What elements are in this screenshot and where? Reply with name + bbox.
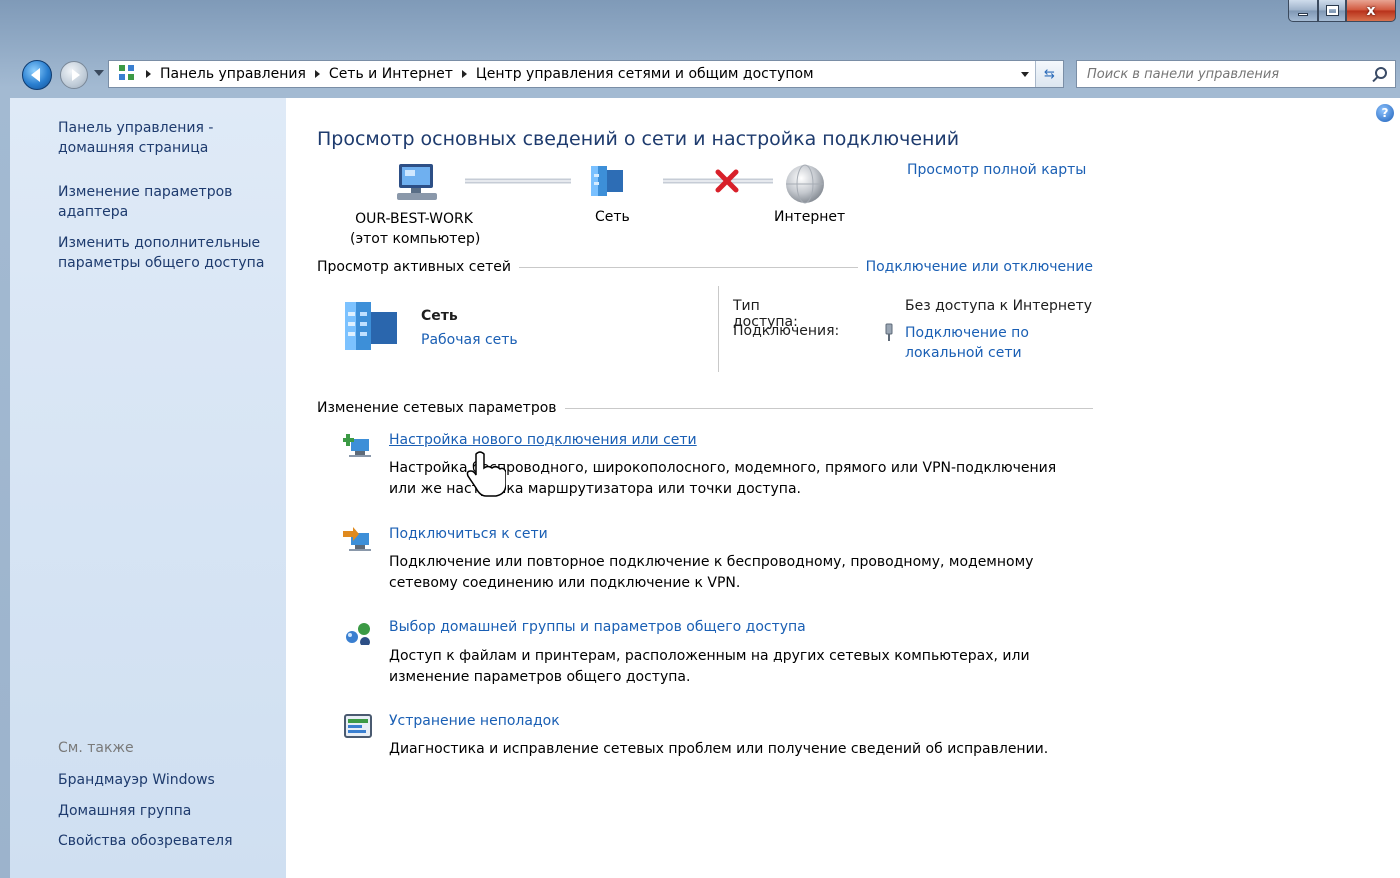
sidebar-link-homegroup[interactable]: Домашняя группа — [58, 801, 191, 821]
back-button[interactable] — [22, 60, 52, 90]
search-icon[interactable] — [1375, 67, 1387, 79]
minimize-icon — [1298, 13, 1308, 16]
address-bar[interactable]: Панель управления Сеть и Интернет Центр … — [108, 60, 1064, 88]
close-button[interactable]: x — [1346, 0, 1396, 22]
chevron-down-icon[interactable] — [1021, 72, 1029, 77]
troubleshoot-desc: Диагностика и исправление сетевых пробле… — [389, 739, 1048, 760]
connect-to-network-desc: Подключение или повторное подключение к … — [389, 552, 1033, 594]
desc-line: изменение параметров общего доступа. — [389, 669, 691, 685]
view-full-map-link[interactable]: Просмотр полной карты — [907, 162, 1086, 178]
ethernet-plug-icon — [885, 323, 893, 341]
connect-to-network-link[interactable]: Подключиться к сети — [389, 526, 548, 542]
setup-new-connection-link[interactable]: Настройка нового подключения или сети — [389, 432, 697, 448]
window-controls: x — [1288, 0, 1396, 22]
internet-globe-icon — [786, 164, 824, 204]
breadcrumb-separator[interactable] — [461, 70, 467, 78]
desc-line: Доступ к файлам и принтерам, расположенн… — [389, 648, 1030, 664]
maximize-icon — [1325, 5, 1339, 16]
computer-subtitle: (этот компьютер) — [350, 231, 481, 247]
local-connection-line2: локальной сети — [905, 345, 1022, 361]
title-bar[interactable]: x — [0, 0, 1400, 40]
active-networks-heading: Просмотр активных сетей — [317, 259, 511, 275]
sidebar-link-browser-properties[interactable]: Свойства обозревателя — [58, 831, 233, 851]
network-map — [397, 164, 773, 200]
desc-line: сетевому соединению или подключение к VP… — [389, 575, 741, 591]
sidebar-link-firewall[interactable]: Брандмауэр Windows — [58, 770, 215, 790]
computer-icon — [397, 164, 437, 200]
navigation-bar: Панель управления Сеть и Интернет Центр … — [0, 56, 1400, 92]
homegroup-sharing-link[interactable]: Выбор домашней группы и параметров общег… — [389, 619, 806, 635]
minimize-button[interactable] — [1288, 0, 1318, 22]
section-divider — [518, 266, 858, 268]
network-type-link[interactable]: Рабочая сеть — [421, 332, 518, 348]
see-also-heading: См. также — [58, 740, 134, 756]
network-label: Сеть — [595, 209, 630, 225]
homegroup-icon — [346, 623, 370, 645]
refresh-icon: ⇆ — [1044, 66, 1055, 82]
access-type-value: Без доступа к Интернету — [905, 298, 1093, 314]
connect-disconnect-link[interactable]: Подключение или отключение — [866, 259, 1093, 275]
connect-network-icon — [343, 527, 371, 551]
troubleshoot-icon — [344, 714, 372, 738]
breadcrumb-separator[interactable] — [314, 70, 320, 78]
troubleshoot-link[interactable]: Устранение неполадок — [389, 713, 560, 729]
desc-line: Диагностика и исправление сетевых пробле… — [389, 741, 1049, 757]
sidebar-link-adapter-settings[interactable]: Изменение параметров адаптера — [58, 182, 248, 222]
local-connection-line1: Подключение по — [905, 325, 1029, 341]
window: x Панель управления Сеть и Интернет Цент… — [0, 0, 1400, 878]
section-divider — [564, 407, 1093, 409]
recent-pages-dropdown[interactable] — [94, 70, 104, 76]
close-icon: x — [1366, 2, 1376, 19]
internet-label: Интернет — [774, 209, 846, 225]
search-box[interactable] — [1076, 60, 1396, 88]
network-building-icon — [345, 302, 397, 350]
breadcrumb-control-panel[interactable]: Панель управления — [160, 66, 306, 82]
new-connection-icon — [343, 434, 371, 457]
hand-cursor-icon — [466, 451, 506, 497]
computer-name-label: OUR-BEST-WORK (этот компьютер) — [350, 209, 481, 249]
refresh-button[interactable]: ⇆ — [1035, 61, 1063, 87]
sidebar-link-home[interactable]: Панель управления - домашняя страница — [58, 118, 238, 158]
sidebar-link-sharing-settings[interactable]: Изменить дополнительные параметры общего… — [58, 233, 278, 273]
vertical-divider — [718, 286, 719, 372]
arrow-right-icon — [72, 69, 80, 81]
network-icon — [591, 166, 623, 196]
active-network-name: Сеть — [421, 308, 458, 324]
local-connection-link[interactable]: Подключение по локальной сети — [905, 323, 1029, 363]
breadcrumb-network-center[interactable]: Центр управления сетями и общим доступом — [476, 66, 814, 82]
search-input[interactable] — [1087, 66, 1369, 82]
change-settings-header: Изменение сетевых параметров — [317, 400, 1093, 416]
network-center-icon — [117, 64, 137, 84]
active-networks-header: Просмотр активных сетей Подключение или … — [317, 259, 1093, 275]
breadcrumb-separator[interactable] — [146, 70, 151, 78]
desc-line: Подключение или повторное подключение к … — [389, 554, 1034, 570]
change-settings-heading: Изменение сетевых параметров — [317, 400, 557, 416]
forward-button[interactable] — [60, 61, 88, 89]
sidebar: Панель управления - домашняя страница Из… — [10, 98, 286, 878]
help-icon[interactable]: ? — [1376, 104, 1394, 122]
homegroup-sharing-desc: Доступ к файлам и принтерам, расположенн… — [389, 646, 1030, 688]
breadcrumb-network-internet[interactable]: Сеть и Интернет — [329, 66, 453, 82]
connections-label: Подключения: — [733, 323, 840, 339]
arrow-left-icon — [30, 68, 40, 82]
page-title: Просмотр основных сведений о сети и наст… — [317, 128, 960, 150]
content-area: Панель управления - домашняя страница Из… — [10, 98, 1400, 878]
maximize-button[interactable] — [1318, 0, 1346, 22]
computer-name: OUR-BEST-WORK — [355, 211, 473, 227]
